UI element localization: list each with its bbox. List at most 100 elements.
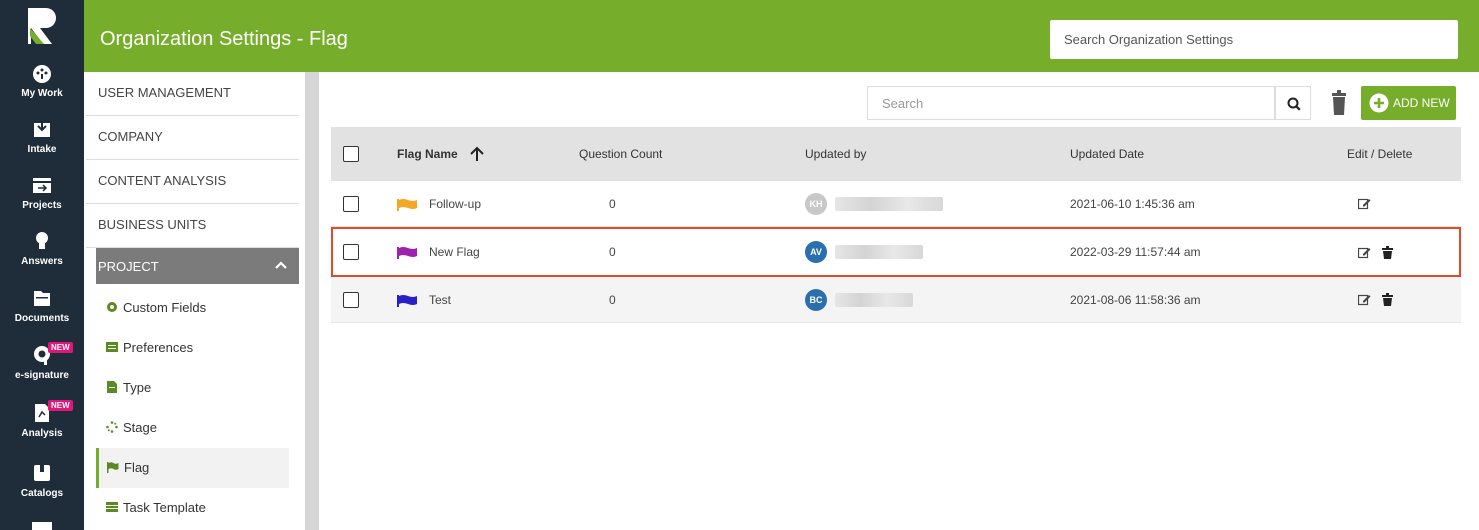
- dashboard-icon: [33, 65, 51, 83]
- rail-item-projects[interactable]: Projects: [0, 174, 84, 228]
- nav-sub-task-template[interactable]: Task Template: [96, 488, 289, 528]
- sort-ascending-icon[interactable]: [469, 146, 484, 162]
- rail-item-catalogs[interactable]: Catalogs: [0, 462, 84, 516]
- settings-nav: USER MANAGEMENT COMPANY CONTENT ANALYSIS…: [84, 72, 299, 530]
- nav-sub-label: Flag: [124, 460, 150, 475]
- documents-icon: [34, 291, 50, 306]
- app-logo[interactable]: [22, 6, 62, 46]
- nav-item-content-analysis[interactable]: CONTENT ANALYSIS: [86, 160, 299, 204]
- redacted-username: [835, 292, 913, 307]
- edit-icon[interactable]: [1358, 246, 1371, 259]
- rail-item-my-work[interactable]: My Work: [0, 62, 84, 116]
- rail-more-icon[interactable]: [32, 520, 52, 530]
- new-badge: NEW: [48, 342, 73, 353]
- intake-icon: [34, 120, 50, 137]
- question-count: 0: [609, 292, 616, 307]
- spinner-icon: [106, 421, 118, 433]
- col-updated-date: Updated Date: [1070, 147, 1145, 161]
- nav-sub-label: Stage: [123, 420, 157, 435]
- nav-project-label: PROJECT: [98, 259, 159, 274]
- nav-sub-stage[interactable]: Stage: [96, 408, 289, 448]
- page-header: Organization Settings - Flag: [84, 0, 1479, 72]
- nav-sub-preferences[interactable]: Preferences: [96, 328, 289, 368]
- nav-item-project[interactable]: PROJECT: [96, 248, 299, 284]
- table-row[interactable]: New Flag 0 AV 2022-03-29 11:57:44 am: [331, 227, 1461, 277]
- search-icon: [1287, 97, 1301, 111]
- delete-selected-icon[interactable]: [1329, 90, 1349, 116]
- lightbulb-icon: [36, 232, 48, 249]
- rail-label: Catalogs: [20, 488, 64, 499]
- org-settings-search-input[interactable]: [1050, 20, 1458, 59]
- flag-name: Follow-up: [429, 196, 482, 211]
- table-header: Flag Name Question Count Updated by Upda…: [331, 127, 1461, 181]
- flag-search-input[interactable]: [867, 86, 1275, 120]
- flag-icon: [397, 247, 417, 259]
- nav-sub-label: Type: [123, 380, 152, 395]
- redacted-username: [835, 245, 923, 259]
- nav-sub-flag[interactable]: Flag: [96, 448, 289, 488]
- nav-item-user-management[interactable]: USER MANAGEMENT: [86, 72, 299, 116]
- question-count: 0: [609, 196, 616, 211]
- col-flag-name-label: Flag Name: [397, 147, 458, 161]
- nav-sub-label: Preferences: [123, 340, 194, 355]
- rail-item-analysis[interactable]: NEW Analysis: [0, 400, 84, 456]
- rail-label: e-signature: [15, 370, 69, 381]
- trash-icon[interactable]: [1381, 293, 1394, 306]
- row-checkbox[interactable]: [343, 195, 359, 212]
- search-button[interactable]: [1275, 86, 1311, 120]
- flag-icon: [107, 462, 119, 473]
- rail-label: Intake: [27, 144, 57, 155]
- rail-label: Documents: [14, 313, 70, 324]
- nav-item-business-units[interactable]: BUSINESS UNITS: [86, 204, 299, 248]
- flag-name: Test: [429, 292, 452, 307]
- nav-sub-type[interactable]: Type: [96, 368, 289, 408]
- table-row[interactable]: Follow-up 0 KH 2021-06-10 1:45:36 am: [331, 181, 1461, 227]
- rail-item-intake[interactable]: Intake: [0, 118, 84, 172]
- rail-label: Analysis: [21, 428, 63, 439]
- row-checkbox[interactable]: [343, 291, 359, 308]
- avatar: AV: [805, 241, 827, 263]
- page-title: Organization Settings - Flag: [100, 28, 348, 50]
- rail-item-e-signature[interactable]: NEW e-signature: [0, 342, 84, 398]
- select-all-checkbox[interactable]: [343, 146, 359, 162]
- edit-icon[interactable]: [1358, 197, 1371, 210]
- table-row[interactable]: Test 0 BC 2021-08-06 11:58:36 am: [331, 277, 1461, 323]
- col-updated-by: Updated by: [805, 147, 867, 161]
- question-count: 0: [609, 245, 616, 259]
- nav-scrollbar[interactable]: [305, 72, 319, 530]
- projects-icon: [33, 178, 51, 193]
- avatar: KH: [805, 192, 827, 215]
- row-checkbox[interactable]: [343, 244, 359, 260]
- rail-label: Answers: [21, 256, 63, 267]
- col-flag-name[interactable]: Flag Name: [397, 127, 484, 181]
- col-edit-delete: Edit / Delete: [1347, 147, 1413, 161]
- redacted-username: [835, 196, 943, 211]
- nav-sub-custom-fields[interactable]: Custom Fields: [96, 288, 289, 328]
- add-new-button[interactable]: ADD NEW: [1361, 86, 1456, 120]
- add-new-label: ADD NEW: [1393, 96, 1450, 110]
- avatar: BC: [805, 288, 827, 311]
- plus-circle-icon: [1369, 93, 1389, 113]
- document-icon: [107, 381, 117, 393]
- nav-sub-label: Custom Fields: [123, 300, 207, 315]
- flag-icon: [397, 294, 417, 307]
- app-rail: My Work Intake Projects Answers Document…: [0, 0, 84, 530]
- nav-item-company[interactable]: COMPANY: [86, 116, 299, 160]
- rail-label: Projects: [22, 200, 62, 211]
- trash-icon[interactable]: [1381, 245, 1394, 259]
- select-all-cell: [343, 127, 359, 181]
- template-icon: [106, 502, 118, 512]
- catalogs-icon: [34, 465, 50, 481]
- edit-icon[interactable]: [1358, 293, 1371, 306]
- flag-icon: [397, 198, 417, 211]
- gear-icon: [107, 302, 117, 312]
- updated-date: 2021-06-10 1:45:36 am: [1070, 196, 1195, 211]
- updated-date: 2021-08-06 11:58:36 am: [1070, 292, 1201, 307]
- rail-item-documents[interactable]: Documents: [0, 287, 84, 341]
- preferences-icon: [106, 342, 118, 352]
- flag-name: New Flag: [429, 245, 480, 259]
- nav-sub-label: Task Template: [123, 500, 206, 515]
- col-question-count: Question Count: [579, 147, 663, 161]
- rail-item-answers[interactable]: Answers: [0, 230, 84, 284]
- chevron-up-icon: [275, 261, 287, 269]
